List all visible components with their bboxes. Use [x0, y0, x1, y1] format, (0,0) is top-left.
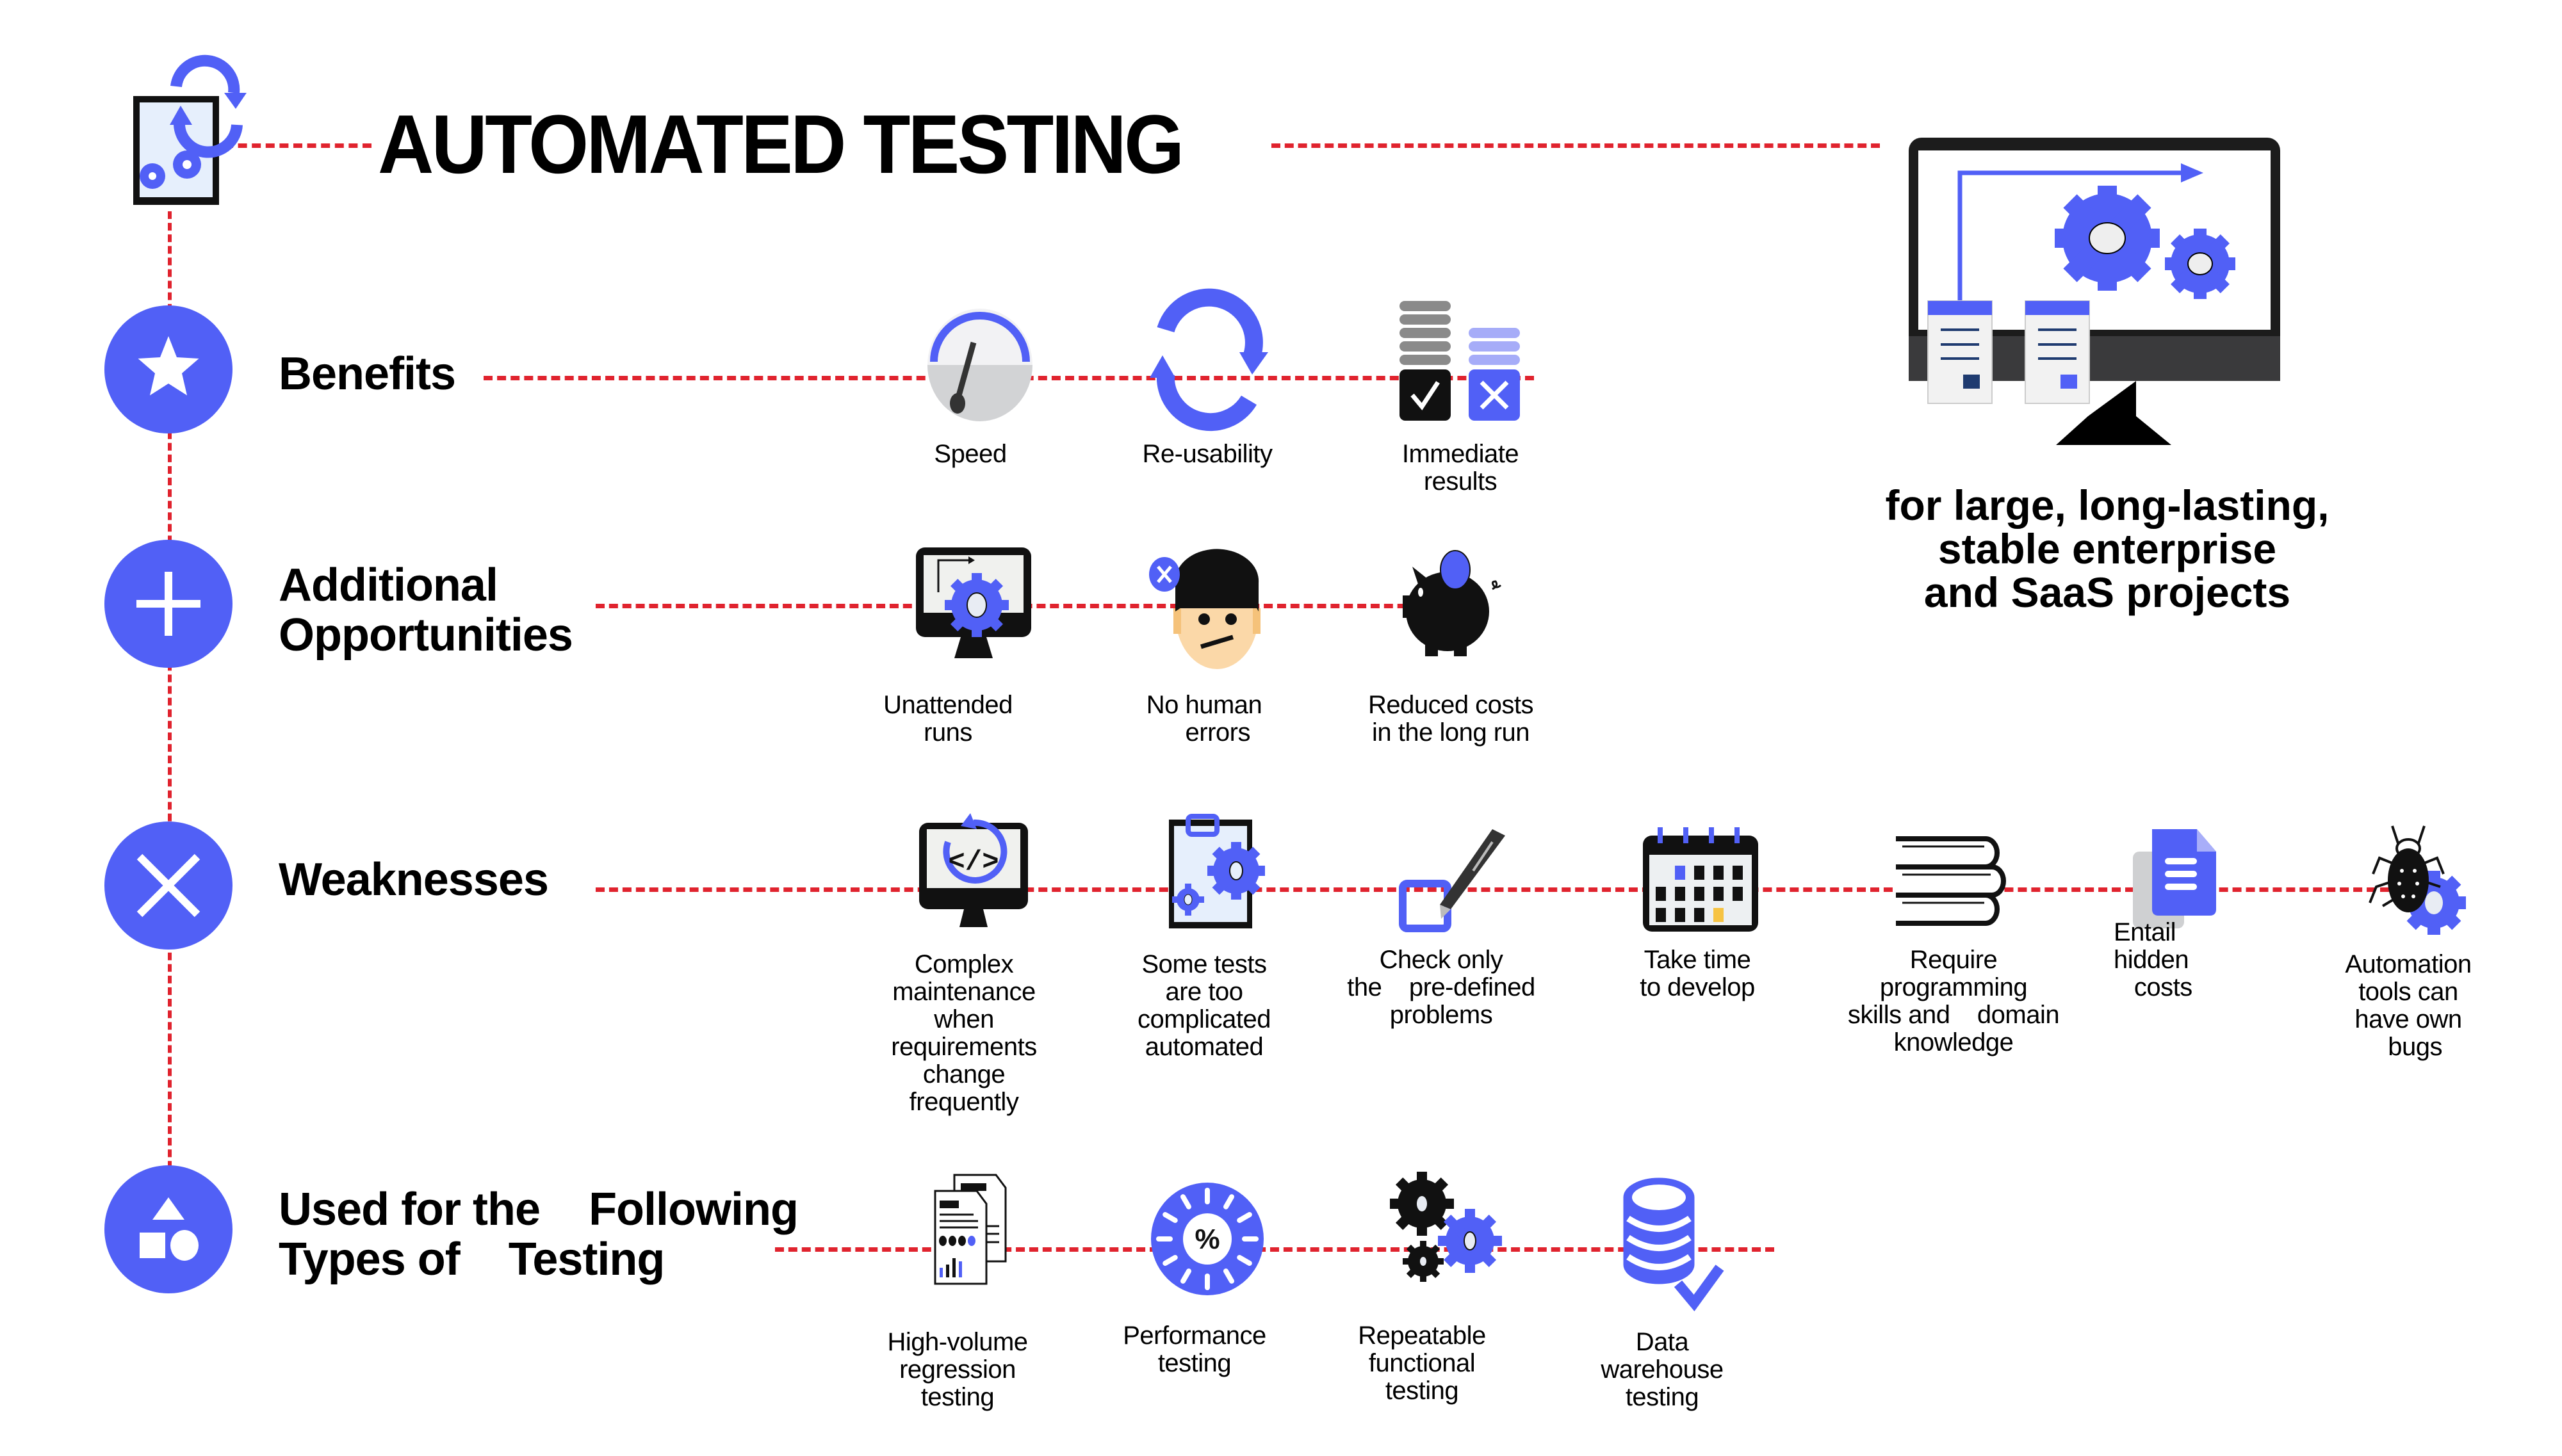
section-label-weaknesses: Weaknesses — [279, 854, 549, 905]
section-label-opportunities: Additional Opportunities — [279, 560, 573, 661]
code-refresh-monitor-icon: </> — [919, 813, 1028, 927]
bug-gear-icon — [2369, 825, 2466, 935]
percent-dial-icon: % — [1151, 1183, 1264, 1295]
item-label: Speed — [934, 440, 1007, 468]
item-label: Complex maintenance when requirements ch… — [891, 950, 1037, 1116]
section-icon-benefits — [104, 305, 233, 433]
logo — [128, 54, 263, 214]
item-label: Some tests are too complicated automated — [1138, 950, 1271, 1061]
svg-text:%: % — [1195, 1224, 1220, 1255]
speedometer-icon — [927, 309, 1032, 421]
star-icon — [138, 336, 199, 396]
item-label: Entail hidden costs — [2114, 918, 2192, 1001]
item-label: Take time to develop — [1640, 946, 1755, 1001]
gears-icon — [1390, 1172, 1502, 1282]
title-connector-right — [1271, 143, 1880, 148]
refresh-icon — [1150, 288, 1268, 432]
database-check-icon — [1623, 1177, 1724, 1312]
item-label: No human errors — [1146, 691, 1262, 747]
clipboard-gears-icon — [1169, 814, 1265, 928]
item-label: Repeatable functional testing — [1358, 1322, 1486, 1405]
document-icon — [2133, 829, 2216, 928]
pass-fail-results-icon — [1399, 301, 1520, 421]
plus-icon — [136, 572, 200, 636]
monitor-gear-icon — [916, 547, 1031, 658]
section-label-used-for: Used for the Following Types of Testing — [279, 1184, 799, 1285]
human-error-icon — [1149, 549, 1261, 669]
section-icon-weaknesses — [104, 821, 233, 950]
svg-text:</>: </> — [948, 846, 999, 878]
monitor-gears-workflow-icon — [1909, 138, 2280, 445]
item-label: Performance testing — [1123, 1322, 1266, 1377]
item-label: Reduced costs in the long run — [1367, 691, 1534, 747]
item-label: Immediate results — [1401, 440, 1519, 496]
checkbox-pen-icon — [1399, 829, 1505, 932]
calendar-icon — [1643, 827, 1758, 932]
shapes-icon — [140, 1197, 199, 1261]
section-label-benefits: Benefits — [279, 348, 456, 400]
item-label: Check only the pre-defined problems — [1347, 946, 1535, 1029]
piggy-bank-icon — [1403, 550, 1502, 656]
item-label: Unattended runs — [883, 691, 1013, 747]
reports-icon — [934, 1174, 1007, 1285]
item-label: Data warehouse testing — [1601, 1328, 1724, 1411]
tagline: for large, long-lasting, stable enterpri… — [1885, 481, 2329, 616]
page-title: AUTOMATED TESTING — [378, 97, 1184, 191]
item-label: High-volume regression testing — [887, 1328, 1028, 1411]
section-icon-used-for — [104, 1165, 233, 1293]
item-label: Re-usability — [1142, 440, 1273, 468]
section-icon-opportunities — [104, 540, 233, 668]
document-gears-refresh-icon — [133, 54, 247, 205]
item-label: Automation tools can have own bugs — [2345, 950, 2472, 1061]
books-icon — [1896, 836, 2006, 926]
item-label: Require programming skills and domain kn… — [1847, 946, 2060, 1056]
x-icon — [136, 853, 200, 918]
